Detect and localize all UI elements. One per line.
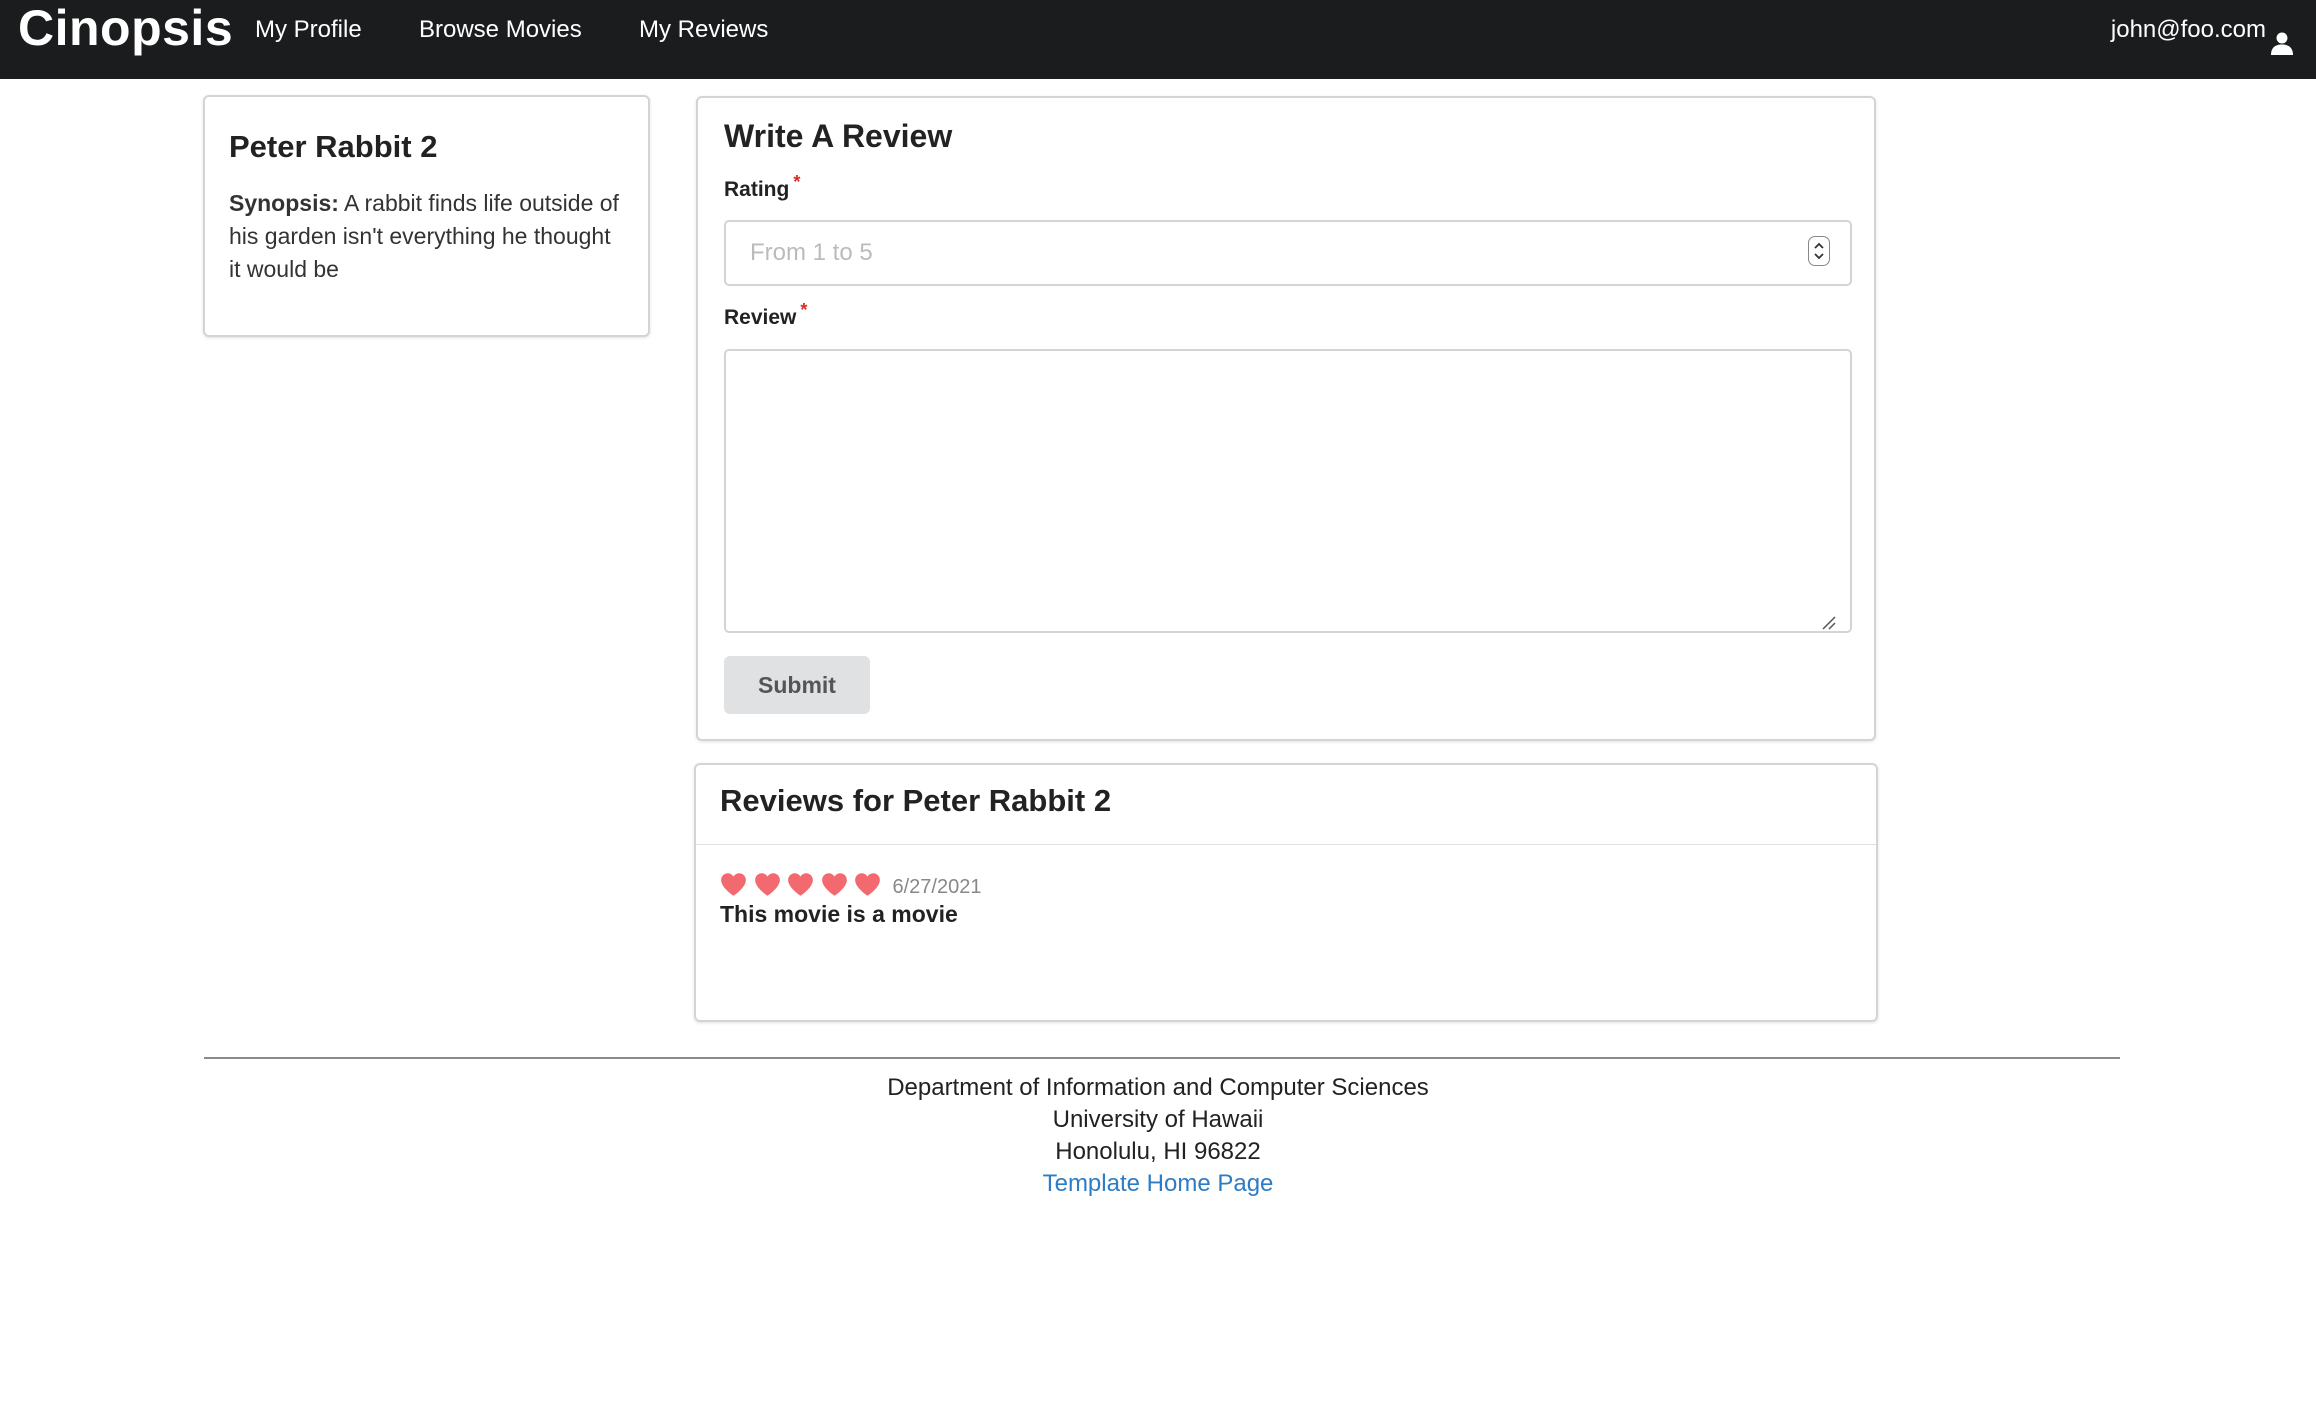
resize-grip-icon[interactable] (1820, 614, 1836, 630)
reviews-header: Reviews for Peter Rabbit 2 (696, 765, 1876, 845)
top-navbar: Cinopsis My Profile Browse Movies My Rev… (0, 0, 2316, 79)
heart-icon (787, 872, 814, 897)
rating-label-text: Rating (724, 178, 790, 201)
synopsis-label: Synopsis: (229, 190, 339, 216)
rating-spinner[interactable] (1808, 236, 1830, 266)
review-text: This movie is a movie (720, 901, 958, 927)
rating-label: Rating * (724, 172, 800, 202)
review-label-text: Review (724, 306, 797, 329)
footer-department: Department of Information and Computer S… (887, 1074, 1429, 1101)
review-textarea[interactable] (724, 349, 1852, 633)
submit-button[interactable]: Submit (724, 656, 870, 714)
required-marker: * (800, 300, 808, 320)
review-date: 6/27/2021 (892, 875, 982, 898)
footer-template-home-link[interactable]: Template Home Page (1043, 1170, 1274, 1197)
user-email: john@foo.com (2110, 16, 2266, 43)
required-marker: * (793, 172, 801, 192)
reviews-card: Reviews for Peter Rabbit 2 6/27/2021 Thi… (694, 763, 1878, 1022)
nav-my-profile[interactable]: My Profile (255, 0, 362, 60)
movie-synopsis: Synopsis: A rabbit finds life outside of… (229, 187, 624, 286)
movie-card: Peter Rabbit 2 Synopsis: A rabbit finds … (203, 95, 650, 337)
form-title: Write A Review (724, 118, 953, 154)
nav-my-reviews[interactable]: My Reviews (639, 0, 768, 60)
rating-input[interactable] (724, 220, 1852, 286)
heart-icon (821, 872, 848, 897)
review-rating: 6/27/2021 (720, 867, 1852, 901)
heart-icon (754, 872, 781, 897)
movie-title: Peter Rabbit 2 (229, 129, 438, 164)
review-item: 6/27/2021 This movie is a movie (696, 845, 1876, 928)
review-form: Write A Review Rating* Review* Submit (696, 96, 1876, 741)
review-label: Review * (724, 300, 807, 330)
footer-divider (204, 1057, 2120, 1059)
heart-icon (854, 872, 881, 897)
footer: Department of Information and Computer S… (0, 1072, 2316, 1200)
user-menu[interactable]: john@foo.com (2111, 0, 2294, 60)
user-icon (2270, 18, 2294, 55)
footer-address: Honolulu, HI 96822 (1055, 1138, 1261, 1165)
heart-icon (720, 872, 747, 897)
footer-university: University of Hawaii (1052, 1106, 1264, 1133)
nav-browse-movies[interactable]: Browse Movies (419, 0, 582, 60)
brand-logo[interactable]: Cinopsis (18, 0, 233, 60)
